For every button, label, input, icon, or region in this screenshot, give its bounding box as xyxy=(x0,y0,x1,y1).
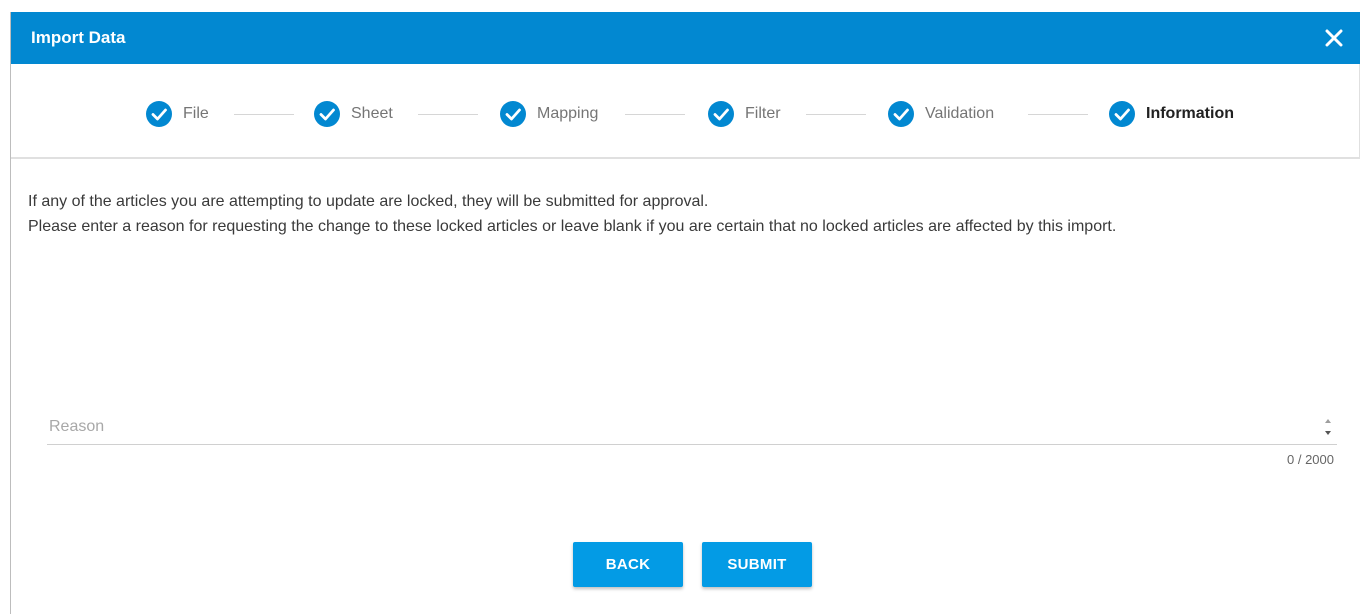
submit-button[interactable]: SUBMIT xyxy=(702,542,812,587)
step-file[interactable]: File xyxy=(145,100,209,128)
import-data-dialog: Import Data File Sheet Mapping Filter Va… xyxy=(10,12,1360,614)
info-line-2: Please enter a reason for requesting the… xyxy=(28,218,1117,235)
step-connector xyxy=(1028,114,1088,115)
check-circle-icon xyxy=(314,101,340,127)
step-label: Validation xyxy=(925,105,995,122)
information-text: If any of the articles you are attemptin… xyxy=(28,189,1338,239)
check-circle-icon xyxy=(888,101,914,127)
step-connector xyxy=(625,114,685,115)
step-label: Information xyxy=(1146,105,1234,122)
dialog-header: Import Data xyxy=(11,12,1360,64)
spinner-arrows-icon[interactable] xyxy=(1323,414,1333,440)
step-information[interactable]: Information xyxy=(1108,100,1234,128)
check-circle-icon xyxy=(500,101,526,127)
step-connector xyxy=(418,114,478,115)
back-button[interactable]: BACK xyxy=(573,542,683,587)
stepper: File Sheet Mapping Filter Validation Inf… xyxy=(11,64,1360,159)
step-label: File xyxy=(183,105,209,122)
step-filter[interactable]: Filter xyxy=(707,100,781,128)
step-label: Sheet xyxy=(351,105,393,122)
close-button[interactable] xyxy=(1320,24,1348,52)
dialog-title: Import Data xyxy=(31,28,126,47)
step-connector xyxy=(806,114,866,115)
check-circle-icon xyxy=(146,101,172,127)
step-sheet[interactable]: Sheet xyxy=(313,100,393,128)
character-counter: 0 / 2000 xyxy=(1287,452,1334,467)
step-label: Mapping xyxy=(537,105,599,122)
close-icon xyxy=(1325,29,1343,47)
step-mapping[interactable]: Mapping xyxy=(499,100,598,128)
check-circle-icon xyxy=(708,101,734,127)
check-circle-icon xyxy=(1109,101,1135,127)
info-line-1: If any of the articles you are attemptin… xyxy=(28,193,709,210)
reason-input[interactable] xyxy=(47,412,1299,442)
step-connector xyxy=(234,114,294,115)
step-label: Filter xyxy=(745,105,781,122)
step-validation[interactable]: Validation xyxy=(887,100,994,128)
reason-field xyxy=(47,412,1337,445)
